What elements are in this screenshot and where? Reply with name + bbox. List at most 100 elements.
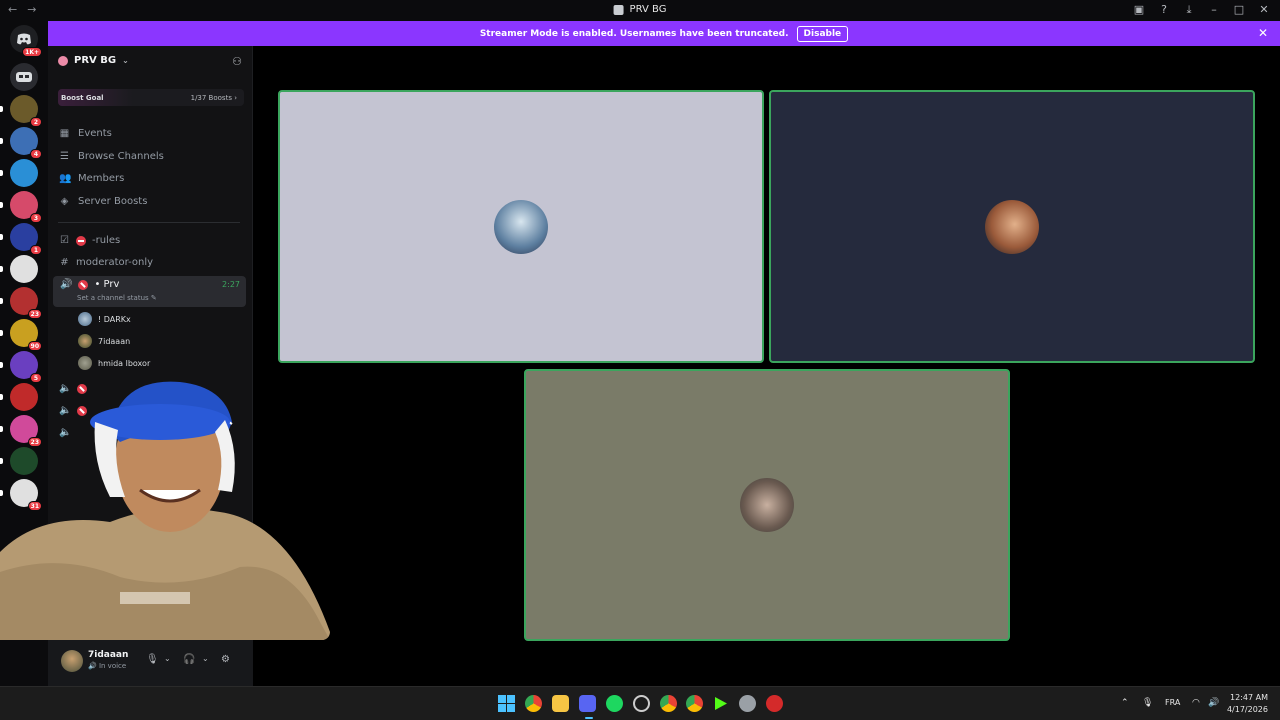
close-window-button[interactable]: ✕: [1258, 3, 1270, 17]
home-button[interactable]: 1K+: [10, 25, 42, 57]
headphones-icon[interactable]: 🎧: [183, 654, 195, 665]
download-icon[interactable]: ⤓: [1183, 3, 1195, 17]
notification-badge: 3: [30, 213, 42, 223]
boost-goal-bar[interactable]: Boost Goal 1/37 Boosts ›: [58, 89, 244, 106]
back-arrow-icon[interactable]: ←: [8, 3, 17, 16]
server-icon[interactable]: 23: [10, 287, 42, 319]
voice-channel-prv[interactable]: 🔊 • Prv Set a channel status ✎ 2:27: [53, 276, 246, 307]
unread-pill: [0, 202, 3, 208]
server-header[interactable]: PRV BG ⌄: [58, 55, 129, 66]
notification-badge: 1: [30, 245, 42, 255]
unread-pill: [0, 234, 3, 240]
server-icon[interactable]: [10, 159, 38, 187]
participant-tile-1[interactable]: [278, 90, 764, 363]
streamer-webcam-image: [0, 381, 330, 640]
boost-count: 1/37 Boosts ›: [190, 93, 237, 102]
member-name: 7idaaan: [98, 336, 131, 346]
window-title: PRV BG: [613, 4, 667, 15]
voice-member[interactable]: ! DARKx: [78, 312, 131, 326]
discord-taskbar-icon[interactable]: [579, 695, 596, 712]
server-icon[interactable]: 2: [10, 95, 42, 127]
volume-icon[interactable]: 🔊: [1208, 698, 1219, 708]
notification-badge: 90: [27, 341, 42, 351]
nav-label: Browse Channels: [78, 151, 164, 162]
user-panel: 7idaaan 🔊 In voice 🎙 ⌄ 🎧 ⌄ ⚙: [48, 640, 253, 686]
wifi-icon[interactable]: ◠: [1192, 698, 1200, 708]
user-status: 🔊 In voice: [88, 662, 127, 670]
tray-overflow-icon[interactable]: ⌃: [1121, 698, 1129, 708]
tray-mic-icon[interactable]: 🎙: [1142, 698, 1153, 708]
app-icon: [613, 4, 624, 15]
checkbox-icon: ☑: [60, 235, 69, 246]
minimize-button[interactable]: –: [1208, 3, 1220, 17]
nav-browse-channels[interactable]: ☰ Browse Channels: [59, 151, 164, 162]
window-controls: ▣ ? ⤓ – □ ✕: [1133, 3, 1270, 17]
server-icon-dm[interactable]: [10, 63, 38, 91]
notification-badge: 2: [30, 117, 42, 127]
server-icon[interactable]: [10, 255, 38, 283]
voice-timer: 2:27: [222, 280, 240, 289]
chevron-down-icon[interactable]: ⌄: [164, 654, 171, 663]
settings-taskbar-icon[interactable]: [739, 695, 756, 712]
maximize-button[interactable]: □: [1233, 3, 1245, 17]
participant-avatar: [985, 199, 1039, 254]
microphone-icon[interactable]: 🎙: [146, 654, 159, 665]
unread-pill: [0, 138, 3, 144]
media-player-icon[interactable]: [766, 695, 783, 712]
unread-pill: [0, 106, 3, 112]
streamer-mode-banner: Streamer Mode is enabled. Usernames have…: [48, 21, 1280, 46]
spotify-icon[interactable]: [606, 695, 623, 712]
start-icon[interactable]: [498, 695, 515, 712]
invite-people-icon[interactable]: ⚇: [232, 55, 242, 68]
channel-rules[interactable]: ☑ -rules: [59, 235, 120, 246]
nav-members[interactable]: 👥 Members: [59, 173, 124, 184]
active-indicator: [585, 717, 593, 719]
voice-member[interactable]: 7idaaan: [78, 334, 130, 348]
disable-streamer-button[interactable]: Disable: [796, 25, 849, 42]
file-explorer-icon[interactable]: [552, 695, 569, 712]
window-title-text: PRV BG: [629, 4, 667, 15]
members-icon: 👥: [59, 173, 72, 184]
participant-tile-3[interactable]: [524, 369, 1010, 641]
clock-date: 4/17/2026: [1226, 705, 1268, 714]
unread-pill: [0, 170, 3, 176]
voice-channel-name: 🔊 • Prv: [60, 279, 119, 290]
no-entry-icon: [78, 279, 89, 290]
banner-text: Streamer Mode is enabled. Usernames have…: [479, 28, 789, 39]
forward-arrow-icon[interactable]: →: [27, 3, 36, 16]
participant-tile-2[interactable]: [769, 90, 1255, 363]
notification-badge: 23: [27, 309, 42, 319]
close-banner-icon[interactable]: ✕: [1258, 26, 1268, 40]
nav-label: Server Boosts: [78, 196, 148, 207]
chevron-down-icon[interactable]: ⌄: [202, 654, 209, 663]
inbox-icon[interactable]: ▣: [1133, 3, 1145, 17]
title-bar: ← → PRV BG ▣ ? ⤓ – □ ✕: [0, 0, 1280, 21]
nav-label: Events: [78, 128, 112, 139]
system-clock[interactable]: 12:47 AM 4/17/2026: [1227, 692, 1268, 716]
hash-icon: #: [60, 257, 69, 268]
server-icon[interactable]: 4: [10, 127, 42, 159]
server-icon[interactable]: 1: [10, 223, 42, 255]
chrome-icon[interactable]: [525, 695, 542, 712]
play-icon[interactable]: [712, 695, 729, 712]
server-icon[interactable]: 90: [10, 319, 42, 351]
mask-icon: [16, 72, 32, 82]
avatar: [78, 312, 92, 326]
language-indicator[interactable]: FRA: [1165, 698, 1180, 707]
nav-server-boosts[interactable]: ◈ Server Boosts: [59, 196, 148, 207]
unread-pill: [0, 330, 3, 336]
nav-events[interactable]: ▦ Events: [59, 128, 112, 139]
nav-label: Members: [78, 173, 125, 184]
unread-pill: [0, 266, 3, 272]
chrome-profile-icon[interactable]: [660, 695, 677, 712]
server-icon[interactable]: 3: [10, 191, 42, 223]
settings-gear-icon[interactable]: ⚙: [221, 654, 230, 665]
channel-status[interactable]: Set a channel status ✎: [77, 294, 157, 302]
notification-badge: 4: [30, 149, 42, 159]
chrome-profile-2-icon[interactable]: [686, 695, 703, 712]
help-icon[interactable]: ?: [1158, 3, 1170, 17]
user-name: 7idaaan: [88, 650, 129, 660]
channel-moderator-only[interactable]: # moderator-only: [59, 257, 153, 268]
user-avatar[interactable]: [61, 650, 83, 672]
obs-icon[interactable]: [633, 695, 650, 712]
